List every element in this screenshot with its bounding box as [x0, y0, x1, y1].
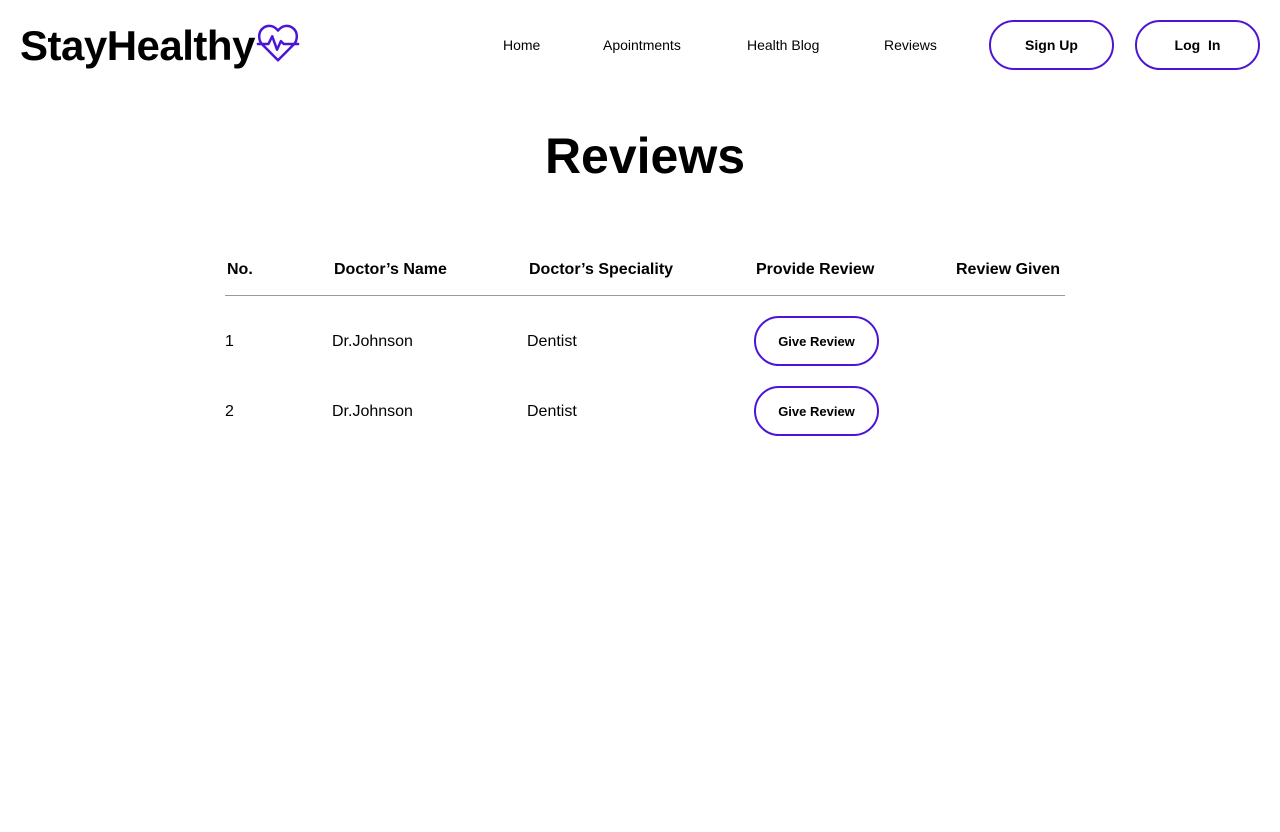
- doctor-name: Dr.Johnson: [332, 333, 413, 350]
- table-header-divider: [225, 295, 1065, 296]
- nav-reviews[interactable]: Reviews: [884, 36, 937, 54]
- nav-home[interactable]: Home: [503, 36, 540, 54]
- page-title: Reviews: [544, 128, 746, 184]
- doctor-speciality: Dentist: [527, 403, 577, 420]
- row-number: 1: [225, 333, 234, 350]
- doctor-speciality: Dentist: [527, 333, 577, 350]
- sign-up-button[interactable]: Sign Up: [989, 20, 1114, 70]
- heart-pulse-icon: [256, 24, 300, 62]
- column-header-provide-review: Provide Review: [756, 261, 875, 278]
- brand-name: StayHealthy: [20, 22, 255, 69]
- give-review-button[interactable]: Give Review: [754, 386, 879, 436]
- brand-logo[interactable]: StayHealthy: [20, 18, 301, 74]
- column-header-review-given: Review Given: [956, 261, 1061, 278]
- nav-health-blog[interactable]: Health Blog: [747, 36, 819, 54]
- column-header-number: No.: [227, 261, 253, 278]
- column-header-doctor-name: Doctor’s Name: [334, 261, 447, 278]
- nav-appointments[interactable]: Apointments: [603, 36, 681, 54]
- log-in-button[interactable]: Log In: [1135, 20, 1260, 70]
- doctor-name: Dr.Johnson: [332, 403, 413, 420]
- column-header-speciality: Doctor’s Speciality: [529, 261, 674, 278]
- row-number: 2: [225, 403, 234, 420]
- give-review-button[interactable]: Give Review: [754, 316, 879, 366]
